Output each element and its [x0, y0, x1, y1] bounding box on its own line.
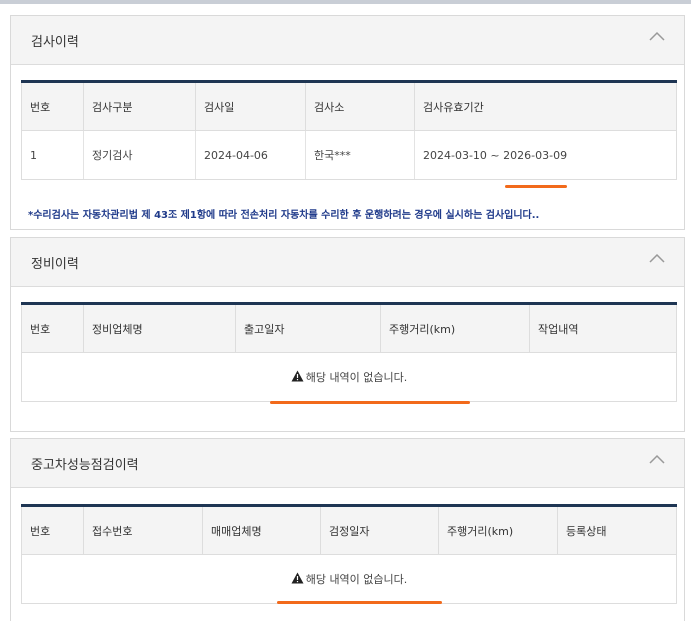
warning-icon — [291, 370, 304, 382]
empty-state: 해당 내역이 없습니다. — [21, 352, 677, 402]
column-header: 검사소 — [305, 81, 415, 131]
performance-panel: 중고차성능점검이력 번호 접수번호 매매업체명 검정일자 주행거리(km) 등록… — [10, 438, 685, 621]
cell-inspection-date: 2024-04-06 — [195, 130, 306, 180]
column-header: 번호 — [21, 303, 84, 353]
cell-number: 1 — [21, 130, 84, 180]
empty-state: 해당 내역이 없습니다. — [21, 554, 677, 604]
highlight-underline — [505, 185, 567, 188]
maintenance-panel: 정비이력 번호 정비업체명 출고일자 주행거리(km) 작업내역 해당 내역이 … — [10, 237, 685, 432]
warning-icon — [291, 572, 304, 584]
table-header-row: 번호 검사구분 검사일 검사소 검사유효기간 — [21, 81, 677, 131]
chevron-up-icon[interactable] — [649, 30, 665, 42]
column-header: 출고일자 — [235, 303, 381, 353]
column-header: 접수번호 — [83, 505, 203, 555]
maintenance-panel-title: 정비이력 — [31, 257, 79, 272]
chevron-up-icon[interactable] — [649, 252, 665, 264]
empty-message: 해당 내역이 없습니다. — [305, 573, 408, 586]
inspection-panel-title: 검사이력 — [31, 35, 79, 50]
cell-inspection-station: 한국*** — [305, 130, 415, 180]
column-header: 검사유효기간 — [414, 81, 677, 131]
maintenance-table: 번호 정비업체명 출고일자 주행거리(km) 작업내역 해당 내역이 없습니다. — [21, 302, 677, 402]
performance-panel-header[interactable]: 중고차성능점검이력 — [11, 439, 684, 488]
inspection-panel-header[interactable]: 검사이력 — [11, 16, 684, 65]
table-row: 해당 내역이 없습니다. — [21, 554, 677, 604]
table-row: 해당 내역이 없습니다. — [21, 352, 677, 402]
table-header-row: 번호 정비업체명 출고일자 주행거리(km) 작업내역 — [21, 303, 677, 353]
performance-panel-title: 중고차성능점검이력 — [31, 458, 139, 473]
column-header: 번호 — [21, 505, 84, 555]
column-header: 검정일자 — [320, 505, 439, 555]
empty-message: 해당 내역이 없습니다. — [305, 371, 408, 384]
top-divider — [0, 0, 691, 4]
column-header: 검사구분 — [83, 81, 196, 131]
cell-inspection-type: 정기검사 — [83, 130, 196, 180]
performance-table: 번호 접수번호 매매업체명 검정일자 주행거리(km) 등록상태 해당 내역이 … — [21, 504, 677, 604]
column-header: 주행거리(km) — [438, 505, 558, 555]
column-header: 정비업체명 — [83, 303, 236, 353]
highlight-underline — [270, 401, 470, 404]
validity-range: 2024-03-10 ~ 2026-03-09 — [423, 148, 568, 162]
inspection-note: *수리검사는 자동차관리법 제 43조 제1항에 따라 전손처리 자동차를 수리… — [28, 210, 540, 221]
page: 검사이력 번호 검사구분 검사일 검사소 검사유효기간 1 정기검사 2024-… — [0, 0, 691, 621]
highlight-underline — [277, 601, 442, 604]
column-header: 등록상태 — [557, 505, 677, 555]
chevron-up-icon[interactable] — [649, 453, 665, 465]
column-header: 주행거리(km) — [380, 303, 530, 353]
column-header: 번호 — [21, 81, 84, 131]
inspection-table: 번호 검사구분 검사일 검사소 검사유효기간 1 정기검사 2024-04-06… — [21, 80, 677, 180]
cell-validity-period: 2024-03-10 ~ 2026-03-09 — [414, 130, 677, 180]
table-row: 1 정기검사 2024-04-06 한국*** 2024-03-10 ~ 202… — [21, 130, 677, 180]
column-header: 작업내역 — [529, 303, 677, 353]
maintenance-panel-header[interactable]: 정비이력 — [11, 238, 684, 287]
table-header-row: 번호 접수번호 매매업체명 검정일자 주행거리(km) 등록상태 — [21, 505, 677, 555]
column-header: 매매업체명 — [202, 505, 321, 555]
inspection-panel: 검사이력 번호 검사구분 검사일 검사소 검사유효기간 1 정기검사 2024-… — [10, 15, 685, 230]
column-header: 검사일 — [195, 81, 306, 131]
